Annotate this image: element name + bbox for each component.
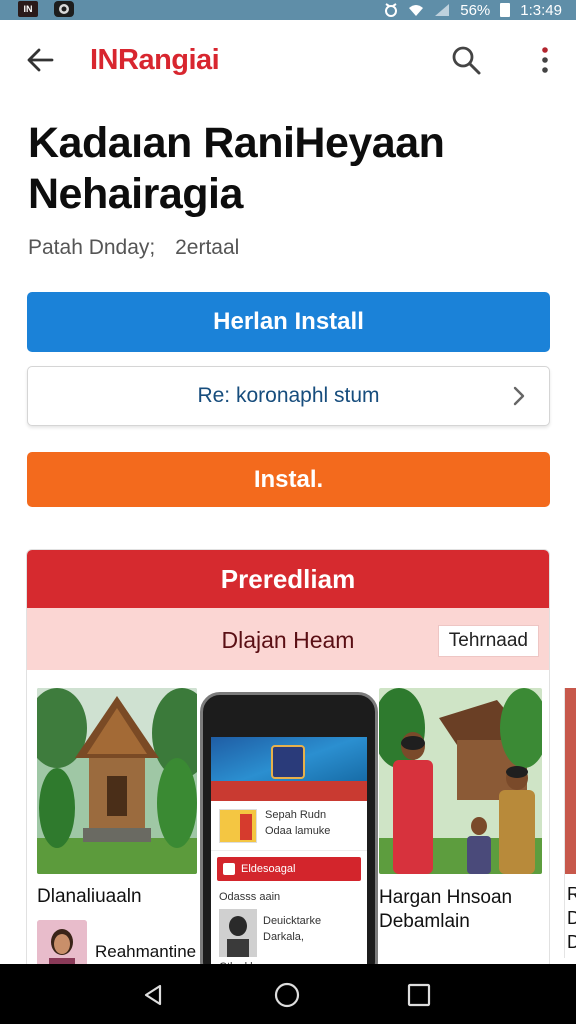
install-secondary-button[interactable]: Instal. (27, 452, 550, 507)
system-nav-bar (0, 964, 576, 1024)
tile-caption-line: Debamlain (379, 911, 470, 932)
phone-mockup: Sepah Rudn Odaa lamuke Eldesoagal Odasss… (200, 692, 378, 968)
phone-item-subtitle: Odaa lamuke (265, 825, 331, 837)
app-bar: INRangiai (0, 20, 576, 100)
back-arrow-icon[interactable] (22, 42, 58, 78)
phone-banner (211, 737, 367, 801)
recommendation-button[interactable]: Re: koronaphl stum (27, 366, 550, 426)
search-icon[interactable] (448, 42, 484, 78)
app-notification-icon: IN (18, 1, 38, 17)
content-tile-peek[interactable]: R D D (564, 688, 576, 958)
meta-author: Patah Dnday; (28, 236, 156, 259)
install-secondary-label: Instal. (253, 465, 324, 493)
tile-user-name: Reahmantine (95, 942, 197, 961)
app-notification-icon (54, 1, 74, 17)
phone-person-name: Deuicktarke (263, 915, 322, 927)
page-title: Kadaıan RaniHeyaan Nehairagia (28, 119, 445, 218)
promo-header-title: Preredliam (220, 563, 356, 594)
more-vert-icon[interactable] (532, 42, 558, 78)
tile-image (565, 688, 576, 874)
content-tile[interactable]: Hargan Hnsoan Debamlain (379, 688, 542, 934)
back-triangle-icon[interactable] (138, 980, 168, 1010)
status-bar: IN 56% 1:3:49 (0, 0, 576, 20)
clock: 1:3:49 (520, 1, 562, 19)
people-image (379, 688, 542, 874)
phone-red-button: Eldesoagal (217, 857, 361, 881)
tile-caption-line: Hargan Hnsoan (379, 887, 513, 908)
temple-image (37, 688, 197, 874)
tile-caption: Hargan Hnsoan Debamlain (379, 886, 542, 934)
phone-list-item: Sepah Rudn Odaa lamuke (211, 801, 367, 851)
home-circle-icon[interactable] (272, 980, 302, 1010)
wifi-icon (409, 5, 424, 16)
promo-tag-button[interactable]: Tehrnaad (437, 625, 539, 657)
phone-text-line: Odasss aain (219, 891, 281, 903)
meta-category: 2ertaal (175, 236, 240, 259)
meta-line: Patah Dnday; 2ertaal (28, 236, 239, 260)
tile-caption: R D D (567, 884, 576, 952)
recents-square-icon[interactable] (404, 980, 434, 1010)
phone-screen: Sepah Rudn Odaa lamuke Eldesoagal Odasss… (211, 737, 367, 968)
app-brand-logo: INRangiai (90, 44, 220, 76)
chevron-right-icon (513, 386, 525, 406)
install-button-label: Herlan Install (213, 308, 364, 335)
person-photo (219, 909, 257, 957)
battery-percent: 56% (460, 1, 491, 19)
app-logo-icon (271, 745, 305, 779)
recommendation-label: Re: koronaphl stum (197, 384, 380, 407)
phone-person-subtitle: Darkala, (263, 931, 304, 943)
signal-icon (435, 4, 450, 16)
tile-user: Reahmantine (37, 920, 197, 968)
tile-caption: Dlanaliuaaln (37, 886, 142, 907)
thumbnail-image (219, 809, 257, 843)
install-button[interactable]: Herlan Install (27, 292, 550, 352)
promo-header: Preredliam (27, 550, 549, 608)
phone-item-title: Sepah Rudn (265, 809, 327, 821)
promo-card: Preredliam Dlajan Heam Tehrnaad Dlanaliu (26, 549, 550, 969)
battery-icon (500, 3, 511, 17)
content-tile[interactable]: Dlanaliuaaln Reahmantine (37, 688, 197, 968)
alarm-icon (385, 3, 398, 17)
avatar (37, 920, 87, 968)
promo-subheader: Dlajan Heam Tehrnaad (27, 608, 549, 670)
phone-person-item: Deuicktarke Darkala, (211, 907, 367, 959)
